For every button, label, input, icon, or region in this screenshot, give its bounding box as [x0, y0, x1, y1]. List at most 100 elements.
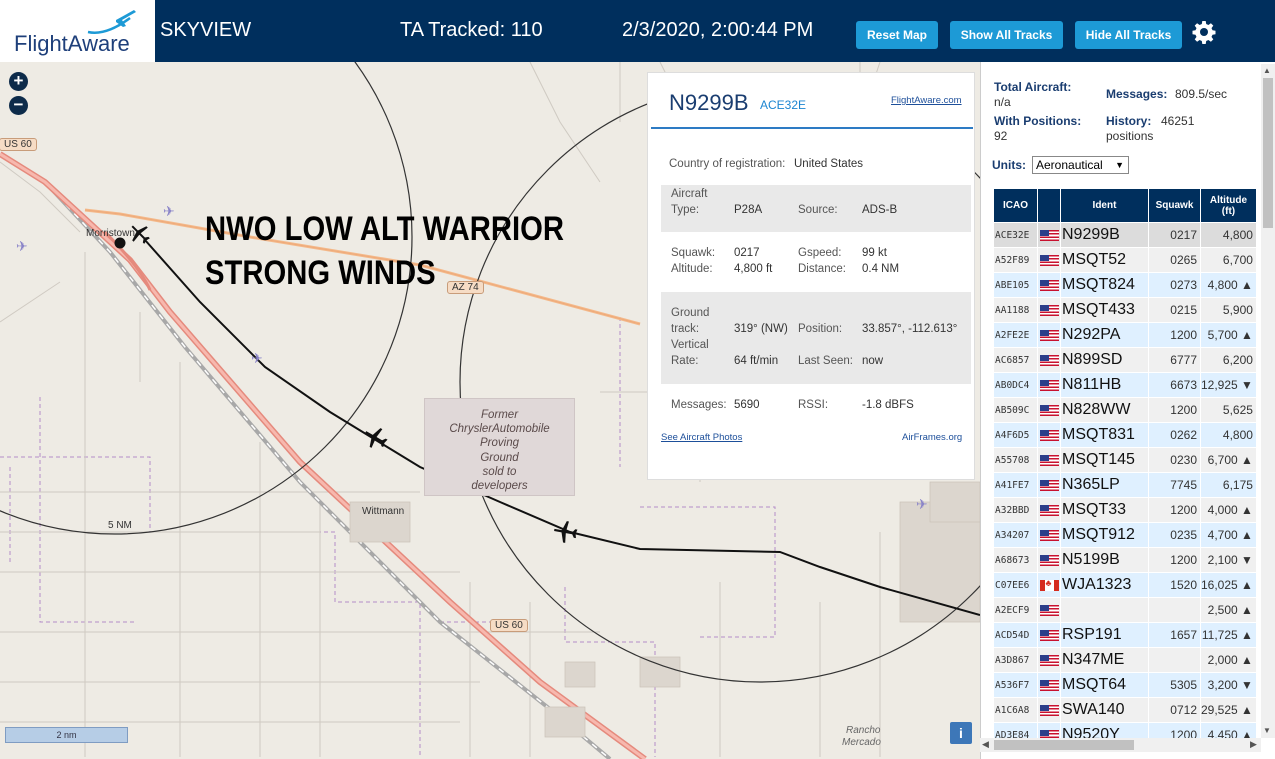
table-row[interactable]: A536F7 MSQT64 5305 3,200 ▼ [993, 672, 1257, 698]
flag-icon [1039, 229, 1059, 241]
proving-ground-label: Former ChryslerAutomobile Proving Ground… [424, 408, 575, 493]
zoom-out-button[interactable]: − [9, 96, 28, 115]
hide-all-tracks-button[interactable]: Hide All Tracks [1075, 21, 1182, 49]
units-select[interactable]: Aeronautical ▼ [1032, 156, 1129, 174]
table-row[interactable]: A68673 N5199B 1200 2,100 ▼ [993, 547, 1257, 573]
horizontal-scrollbar[interactable]: ◀ ▶ [980, 738, 1261, 752]
row-ident: N5199B [1060, 547, 1149, 573]
row-icao: A55708 [993, 447, 1038, 473]
scroll-up-icon[interactable]: ▲ [1263, 66, 1271, 75]
column-icao[interactable]: ICAO [993, 188, 1038, 223]
row-icao: AC6857 [993, 347, 1038, 373]
proving-line: Ground [480, 451, 519, 464]
scrollbar-thumb[interactable] [1263, 78, 1273, 228]
units-selected: Aeronautical [1036, 158, 1103, 172]
airframes-link[interactable]: AirFrames.org [902, 432, 962, 443]
aircraft-type-label: Type: [671, 204, 700, 216]
top-bar: FlightAware SKYVIEW TA Tracked: 110 2/3/… [0, 0, 1275, 62]
scroll-right-icon[interactable]: ▶ [1250, 739, 1257, 750]
scroll-left-icon[interactable]: ◀ [982, 739, 989, 750]
flightaware-logo[interactable]: FlightAware [0, 0, 155, 62]
row-altitude: 29,525 ▲ [1200, 697, 1257, 723]
table-row[interactable]: A3D867 N347ME 2,000 ▲ [993, 647, 1257, 673]
table-row[interactable]: A41FE7 N365LP 7745 6,175 [993, 472, 1257, 498]
row-icao: A52F89 [993, 247, 1038, 273]
aircraft-icon[interactable] [363, 425, 389, 451]
flag-icon [1039, 629, 1059, 641]
table-row[interactable]: AB0DC4 N811HB 6673 12,925 ▼ [993, 372, 1257, 398]
table-row[interactable]: A2ECF9 2,500 ▲ [993, 597, 1257, 623]
row-squawk: 0712 [1148, 697, 1201, 723]
source-label: Source: [798, 204, 838, 216]
flightaware-link[interactable]: FlightAware.com [891, 95, 962, 106]
row-icao: A32BBD [993, 497, 1038, 523]
info-button[interactable]: i [950, 722, 972, 744]
row-flag [1037, 347, 1061, 373]
show-all-tracks-button[interactable]: Show All Tracks [950, 21, 1063, 49]
flag-icon [1039, 654, 1059, 666]
table-row[interactable]: A32BBD MSQT33 1200 4,000 ▲ [993, 497, 1257, 523]
table-row[interactable]: A34207 MSQT912 0235 4,700 ▲ [993, 522, 1257, 548]
rssi-value: -1.8 dBFS [862, 399, 914, 411]
row-altitude: 4,000 ▲ [1200, 497, 1257, 523]
table-row[interactable]: ACE32E N9299B 0217 4,800 [993, 222, 1257, 248]
with-positions-label: With Positions: [994, 114, 1082, 128]
row-icao: AA1188 [993, 297, 1038, 323]
aircraft-photos-link[interactable]: See Aircraft Photos [661, 432, 742, 443]
table-row[interactable]: C07EE6 WJA1323 1520 16,025 ▲ [993, 572, 1257, 598]
table-row[interactable]: A2FE2E N292PA 1200 5,700 ▲ [993, 322, 1257, 348]
row-ident: SWA140 [1060, 697, 1149, 723]
row-ident: RSP191 [1060, 622, 1149, 648]
country-value: United States [794, 158, 864, 170]
position-value: 33.857°, -112.613° [862, 323, 958, 335]
range-ring-label: 5 NM [108, 520, 132, 531]
column-squawk[interactable]: Squawk [1148, 188, 1201, 223]
airport-icon: ✈ [251, 350, 263, 366]
flag-icon [1039, 329, 1059, 341]
aircraft-icon[interactable] [553, 519, 579, 545]
gear-icon[interactable] [1192, 20, 1216, 44]
row-flag [1037, 497, 1061, 523]
row-ident: MSQT145 [1060, 447, 1149, 473]
table-row[interactable]: AB509C N828WW 1200 5,625 [993, 397, 1257, 423]
flag-icon [1039, 604, 1059, 616]
row-altitude: 5,625 [1200, 397, 1257, 423]
column-flag[interactable] [1037, 188, 1061, 223]
column-ident[interactable]: Ident [1060, 188, 1149, 223]
altitude-value: 4,800 ft [734, 263, 773, 275]
row-flag [1037, 472, 1061, 498]
table-row[interactable]: A52F89 MSQT52 0265 6,700 [993, 247, 1257, 273]
scroll-down-icon[interactable]: ▼ [1263, 726, 1271, 735]
aircraft-type-value: P28A [734, 204, 763, 216]
reset-map-button[interactable]: Reset Map [856, 21, 938, 49]
last-seen-label: Last Seen: [798, 355, 853, 367]
row-squawk: 0215 [1148, 297, 1201, 323]
row-flag [1037, 597, 1061, 623]
row-ident: MSQT824 [1060, 272, 1149, 298]
zoom-in-button[interactable]: + [9, 72, 28, 91]
row-altitude: 4,800 ▲ [1200, 272, 1257, 298]
source-value: ADS-B [862, 204, 898, 216]
table-row[interactable]: A1C6A8 SWA140 0712 29,525 ▲ [993, 697, 1257, 723]
table-row[interactable]: AA1188 MSQT433 0215 5,900 [993, 297, 1257, 323]
messages-label: Messages: [671, 399, 727, 411]
column-altitude[interactable]: Altitude (ft) [1200, 188, 1257, 223]
table-row[interactable]: A55708 MSQT145 0230 6,700 ▲ [993, 447, 1257, 473]
row-icao: AB509C [993, 397, 1038, 423]
table-row[interactable]: ACD54D RSP191 1657 11,725 ▲ [993, 622, 1257, 648]
proving-line: developers [471, 480, 528, 493]
popup-registration: N9299B [669, 90, 749, 115]
proving-line: sold to [482, 465, 517, 478]
row-squawk: 7745 [1148, 472, 1201, 498]
row-ident: N828WW [1060, 397, 1149, 423]
table-row[interactable]: ABE105 MSQT824 0273 4,800 ▲ [993, 272, 1257, 298]
row-ident: N365LP [1060, 472, 1149, 498]
highway-shield: US 60 [0, 138, 37, 151]
popup-divider [651, 127, 973, 129]
airport-icon: ✈ [916, 496, 928, 512]
popup-hex: ACE32E [760, 98, 807, 112]
scrollbar-thumb[interactable] [994, 740, 1134, 750]
vertical-scrollbar[interactable]: ▲ ▼ [1261, 64, 1275, 738]
table-row[interactable]: A4F6D5 MSQT831 0262 4,800 [993, 422, 1257, 448]
table-row[interactable]: AC6857 N899SD 6777 6,200 [993, 347, 1257, 373]
